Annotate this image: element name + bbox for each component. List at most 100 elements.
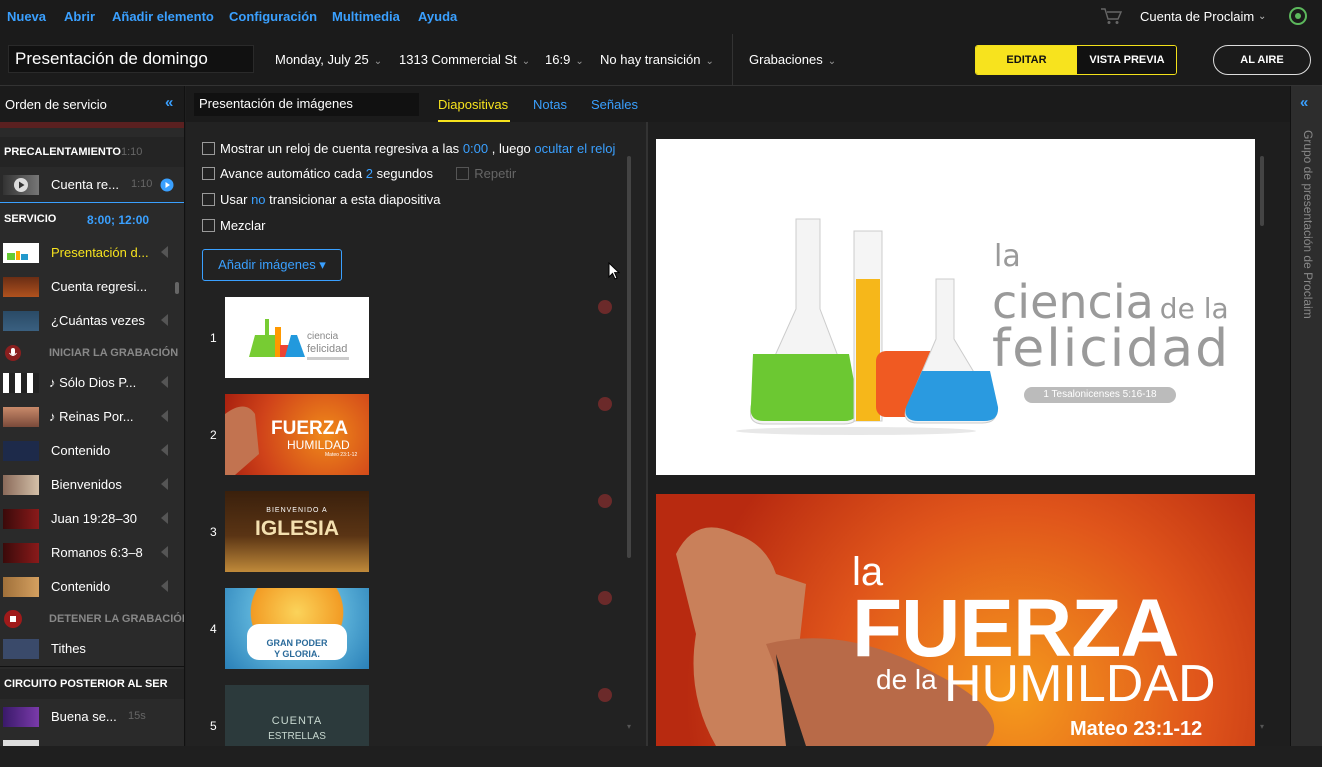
location-dropdown[interactable]: 1313 Commercial St ⌄ xyxy=(399,52,530,67)
transition-dropdown[interactable]: No hay transición ⌄ xyxy=(600,52,714,67)
menu-media[interactable]: Multimedia xyxy=(332,9,400,24)
scrollbar-thumb[interactable] xyxy=(175,282,179,294)
preview-button[interactable]: VISTA PREVIA xyxy=(1077,46,1176,74)
microphone-icon xyxy=(5,345,21,361)
svg-text:Mateo 23:1-12: Mateo 23:1-12 xyxy=(325,452,357,458)
menu-add-element[interactable]: Añadir elemento xyxy=(112,9,214,24)
tab-slides[interactable]: Diapositivas xyxy=(438,97,508,112)
sidebar-item-label: ¿Cuántas vezes xyxy=(51,313,145,328)
slide-thumbnail[interactable]: BIENVENIDO A IGLESIA xyxy=(225,491,369,572)
item-thumbnail xyxy=(3,277,39,297)
section-title: PRECALENTAMIENTO xyxy=(4,146,121,158)
menu-settings[interactable]: Configuración xyxy=(229,9,317,24)
menu-new[interactable]: Nueva xyxy=(7,9,46,24)
sync-status-icon[interactable] xyxy=(1288,6,1308,26)
sidebar-item-question[interactable]: ¿Cuántas vezes xyxy=(0,304,184,338)
item-thumbnail xyxy=(3,543,39,563)
slide-text: de la xyxy=(876,664,937,695)
item-thumbnail xyxy=(3,707,39,727)
aspect-dropdown[interactable]: 16:9 ⌄ xyxy=(545,52,584,67)
sidebar-item-john[interactable]: Juan 19:28–30 xyxy=(0,502,184,536)
chevron-down-icon: ⌄ xyxy=(575,56,584,67)
auto-advance-checkbox[interactable] xyxy=(202,167,215,180)
tab-notes[interactable]: Notas xyxy=(533,97,567,112)
slide-preview-1[interactable]: la ciencia de la felicidad 1 Tesalonicens… xyxy=(656,139,1255,475)
go-live-button[interactable]: AL AIRE xyxy=(1213,45,1311,75)
sidebar-item-label: Buena se... xyxy=(51,709,117,724)
option-text: , luego xyxy=(491,141,531,156)
countdown-checkbox[interactable] xyxy=(202,142,215,155)
countdown-time-link[interactable]: 0:00 xyxy=(463,141,488,156)
presentation-title-input[interactable]: Presentación de domingo xyxy=(8,45,254,73)
proclaim-group-rail[interactable]: « Grupo de presentación de Proclaim xyxy=(1290,86,1322,746)
add-images-button[interactable]: Añadir imágenes ▾ xyxy=(202,249,342,281)
scroll-down-icon[interactable]: ▾ xyxy=(1260,722,1264,731)
date-dropdown[interactable]: Monday, July 25 ⌄ xyxy=(275,52,382,67)
slide-text: CUENTA xyxy=(271,715,323,727)
slide-row[interactable]: 4 GRAN PODER Y GLORIA. xyxy=(186,588,626,670)
section-service[interactable]: SERVICIO 8:00; 12:00 xyxy=(0,204,184,234)
menu-bar: Nueva Abrir Añadir elemento Configuració… xyxy=(0,0,1322,34)
sidebar-item-romans[interactable]: Romanos 6:3–8 xyxy=(0,536,184,570)
stop-recording-cue[interactable]: DETENER LA GRABACIÓI xyxy=(0,604,184,634)
hide-clock-link[interactable]: ocultar el reloj xyxy=(534,141,615,156)
slide-thumbnail[interactable]: CUENTA ESTRELLAS xyxy=(225,685,369,746)
sidebar-item-good-week[interactable]: Buena se... 15s xyxy=(0,700,184,734)
collapse-right-icon[interactable]: « xyxy=(1300,94,1308,111)
slide-text: la xyxy=(994,239,1021,274)
item-thumbnail xyxy=(3,577,39,597)
slide-preview-2[interactable]: la FUERZA de la HUMILDAD Mateo 23:1-12 xyxy=(656,494,1255,746)
slide-row[interactable]: 2 FUERZA HUMILDAD Mateo 23:1-12 xyxy=(186,394,626,476)
transition-no-link[interactable]: no xyxy=(251,192,265,207)
scrollbar[interactable] xyxy=(1260,156,1264,226)
chevron-left-icon xyxy=(161,246,168,258)
slide-row[interactable]: 1 ciencia felicidad xyxy=(186,297,626,379)
chevron-left-icon xyxy=(161,376,168,388)
slide-text: BIENVENIDO A xyxy=(266,507,328,514)
slide-row[interactable]: 3 BIENVENIDO A IGLESIA xyxy=(186,491,626,573)
chevron-left-icon xyxy=(161,444,168,456)
sidebar-item-content-1[interactable]: Contenido xyxy=(0,434,184,468)
shuffle-checkbox[interactable] xyxy=(202,219,215,232)
menu-open[interactable]: Abrir xyxy=(64,9,95,24)
item-thumbnail xyxy=(3,311,39,331)
recordings-dropdown[interactable]: Grabaciones ⌄ xyxy=(749,52,836,67)
slide-thumbnail[interactable]: ciencia felicidad xyxy=(225,297,369,378)
chevron-left-icon xyxy=(161,478,168,490)
sidebar-item-countdown[interactable]: Cuenta re... 1:10 xyxy=(0,168,184,202)
item-name-input[interactable]: Presentación de imágenes xyxy=(194,93,419,116)
tab-cues[interactable]: Señales xyxy=(591,97,638,112)
chevron-left-icon xyxy=(161,512,168,524)
section-warmup[interactable]: PRECALENTAMIENTO 1:10 xyxy=(0,137,184,167)
svg-text:FUERZA: FUERZA xyxy=(271,418,348,439)
advance-seconds-link[interactable]: 2 xyxy=(366,166,373,181)
sidebar-item-song-2[interactable]: ♪ Reinas Por... xyxy=(0,400,184,434)
scrollbar[interactable] xyxy=(627,156,631,558)
sidebar-item-countdown-2[interactable]: Cuenta regresi... xyxy=(0,270,184,304)
record-indicator xyxy=(598,397,612,411)
menu-help[interactable]: Ayuda xyxy=(418,9,457,24)
sidebar-item-tithes[interactable]: Tithes xyxy=(0,632,184,666)
edit-button[interactable]: EDITAR xyxy=(976,46,1077,74)
presentation-toolbar: Presentación de domingo Monday, July 25 ⌄… xyxy=(0,34,1322,86)
option-text: Mezclar xyxy=(220,218,266,233)
sidebar-item-song-1[interactable]: ♪ Sólo Dios P... xyxy=(0,366,184,400)
slide-thumbnail[interactable]: GRAN PODER Y GLORIA. xyxy=(225,588,369,669)
cart-icon[interactable] xyxy=(1100,7,1122,25)
collapse-left-icon[interactable]: « xyxy=(165,94,173,111)
chevron-left-icon xyxy=(161,410,168,422)
start-recording-cue[interactable]: INICIAR LA GRABACIÓN xyxy=(0,338,184,368)
sidebar-item-welcome[interactable]: Bienvenidos xyxy=(0,468,184,502)
chevron-left-icon xyxy=(161,546,168,558)
mode-switch: EDITAR VISTA PREVIA xyxy=(975,45,1177,75)
slide-thumbnail[interactable]: FUERZA HUMILDAD Mateo 23:1-12 xyxy=(225,394,369,475)
repeat-checkbox[interactable] xyxy=(456,167,470,180)
slide-number: 3 xyxy=(210,525,217,539)
section-post-service[interactable]: CIRCUITO POSTERIOR AL SER xyxy=(0,669,184,699)
sidebar-item-image-presentation[interactable]: Presentación d... xyxy=(0,236,184,270)
account-menu[interactable]: Cuenta de Proclaim xyxy=(1140,9,1254,24)
transition-checkbox[interactable] xyxy=(202,193,215,206)
sidebar-item-content-2[interactable]: Contenido xyxy=(0,570,184,604)
slide-row[interactable]: 5 CUENTA ESTRELLAS xyxy=(186,685,626,767)
scroll-down-icon[interactable]: ▾ xyxy=(627,722,631,731)
